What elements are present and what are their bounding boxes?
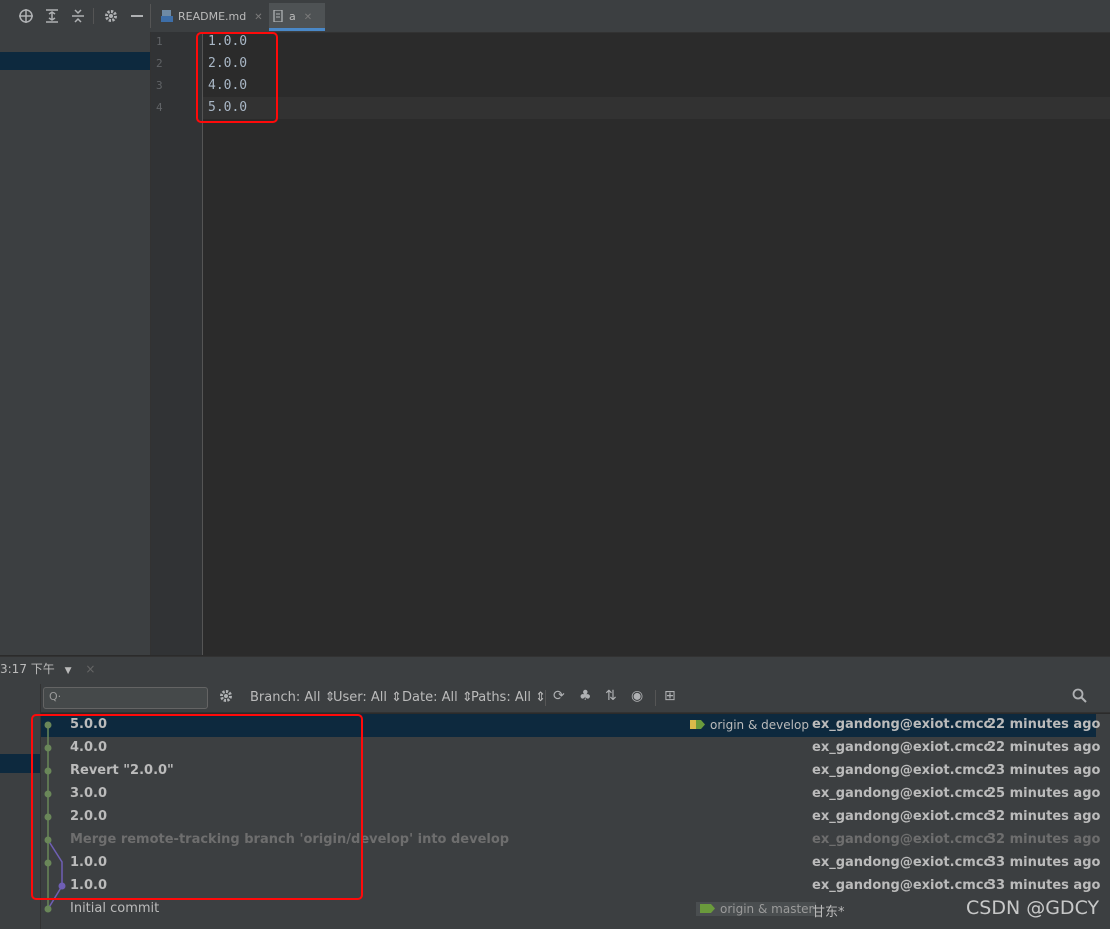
commit-author: ex_gandong@exiot.cmcc [812, 855, 992, 870]
paths-filter[interactable]: Paths: All ⇕ [471, 690, 546, 705]
tag-icon [690, 720, 705, 729]
log-search-input[interactable]: Q· [43, 687, 208, 709]
line-number: 3 [156, 79, 163, 92]
paths-filter-label: Paths: All [471, 690, 531, 705]
new-tab-icon[interactable]: ⊞ [664, 688, 676, 704]
line-number: 2 [156, 57, 163, 70]
close-icon[interactable]: ✕ [254, 12, 262, 23]
tab-label: README.md [178, 10, 247, 23]
tab-readme[interactable]: README.md ✕ [158, 3, 266, 31]
commit-author: ex_gandong@exiot.cmcc [812, 878, 992, 893]
commit-time: 33 minutes ago [987, 878, 1101, 893]
commit-message: Initial commit [70, 901, 160, 916]
toolbar-separator [545, 690, 546, 706]
markdown-file-icon [161, 10, 173, 22]
collapse-all-icon[interactable] [70, 8, 86, 24]
current-line-highlight [203, 97, 1110, 119]
ref-label: origin & develop [710, 718, 809, 732]
search-icon[interactable] [1072, 688, 1087, 707]
toolbar-separator [93, 8, 94, 24]
tab-label: a [289, 10, 296, 23]
commit-author: ex_gandong@exiot.cmcc [812, 740, 992, 755]
commit-author: ex_gandong@exiot.cmcc [812, 717, 992, 732]
commit-author: ex_gandong@exiot.cmcc [812, 832, 992, 847]
commit-row[interactable]: Initial commit origin & master 甘东* [41, 898, 1096, 921]
text-file-icon [273, 10, 283, 22]
cherry-pick-icon[interactable]: ♣ [579, 688, 592, 704]
ref-label: origin & master [720, 902, 814, 916]
editor-gutter [151, 32, 203, 655]
close-icon[interactable]: ✕ [304, 12, 312, 23]
project-sidebar [0, 32, 151, 655]
branch-filter[interactable]: Branch: All ⇕ [250, 690, 336, 705]
user-filter-label: User: All [333, 690, 388, 705]
commit-author: ex_gandong@exiot.cmcc [812, 786, 992, 801]
toolbar-separator [655, 690, 656, 706]
date-filter-label: Date: All [402, 690, 458, 705]
gear-icon[interactable] [218, 688, 234, 708]
eye-icon[interactable]: ◉ [631, 688, 643, 704]
log-tab-label: 3:17 下午 [0, 662, 55, 676]
sidebar-selected-item[interactable] [0, 52, 150, 70]
search-icon: Q· [49, 690, 62, 703]
commit-time: 32 minutes ago [987, 809, 1101, 824]
user-filter[interactable]: User: All ⇕ [333, 690, 402, 705]
target-icon[interactable] [18, 8, 34, 24]
bottom-panel-header [0, 656, 1110, 685]
commit-refs: origin & master [696, 902, 817, 916]
toolbar-separator [150, 4, 151, 28]
commit-author: ex_gandong@exiot.cmcc [812, 809, 992, 824]
top-toolbar: README.md ✕ a ✕ [0, 0, 1110, 33]
tag-icon [700, 904, 715, 913]
commit-time: 32 minutes ago [987, 832, 1101, 847]
highlight-box [31, 714, 363, 900]
log-tab[interactable]: 3:17 下午 ▼ × [0, 660, 95, 677]
minimize-icon[interactable] [129, 8, 145, 24]
expand-all-icon[interactable] [44, 8, 60, 24]
commit-time: 23 minutes ago [987, 763, 1101, 778]
close-icon[interactable]: × [85, 662, 95, 676]
line-number: 1 [156, 35, 163, 48]
branch-filter-label: Branch: All [250, 690, 321, 705]
commit-author: 甘东* [812, 905, 845, 920]
commit-author: ex_gandong@exiot.cmcc [812, 763, 992, 778]
watermark: CSDN @GDCY [966, 897, 1100, 919]
commit-time: 22 minutes ago [987, 717, 1101, 732]
commit-refs: origin & develop [689, 718, 809, 732]
line-number: 4 [156, 101, 163, 114]
gear-icon[interactable] [103, 8, 119, 24]
commit-time: 33 minutes ago [987, 855, 1101, 870]
refresh-icon[interactable]: ⟳ [553, 688, 565, 704]
commit-time: 22 minutes ago [987, 740, 1101, 755]
highlight-box [196, 32, 278, 123]
sort-icon[interactable]: ⇅ [605, 688, 617, 704]
tab-a[interactable]: a ✕ [269, 3, 325, 31]
commit-time: 25 minutes ago [987, 786, 1101, 801]
chevron-down-icon[interactable]: ▼ [65, 666, 72, 676]
date-filter[interactable]: Date: All ⇕ [402, 690, 473, 705]
